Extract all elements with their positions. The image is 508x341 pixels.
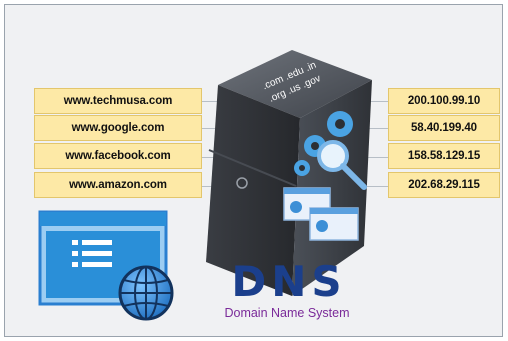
browser-window-icon xyxy=(309,207,359,241)
domain-name-box: www.amazon.com xyxy=(34,172,202,198)
dns-logo-subtitle: Domain Name System xyxy=(224,306,350,320)
ip-address-box: 200.100.99.10 xyxy=(388,88,500,114)
dns-logo-title: DNS xyxy=(231,257,347,306)
ip-address-box: 158.58.129.15 xyxy=(388,143,500,169)
domain-name-box: www.google.com xyxy=(34,115,202,141)
list-icon xyxy=(72,240,112,267)
dns-diagram: .com .edu .in .org .us .gov www.techmusa… xyxy=(0,0,508,341)
ip-address-box: 202.68.29.115 xyxy=(388,172,500,198)
domain-name-box: www.facebook.com xyxy=(34,143,202,169)
ip-address-box: 58.40.199.40 xyxy=(388,115,500,141)
domain-name-box: www.techmusa.com xyxy=(34,88,202,114)
globe-icon xyxy=(118,265,174,321)
